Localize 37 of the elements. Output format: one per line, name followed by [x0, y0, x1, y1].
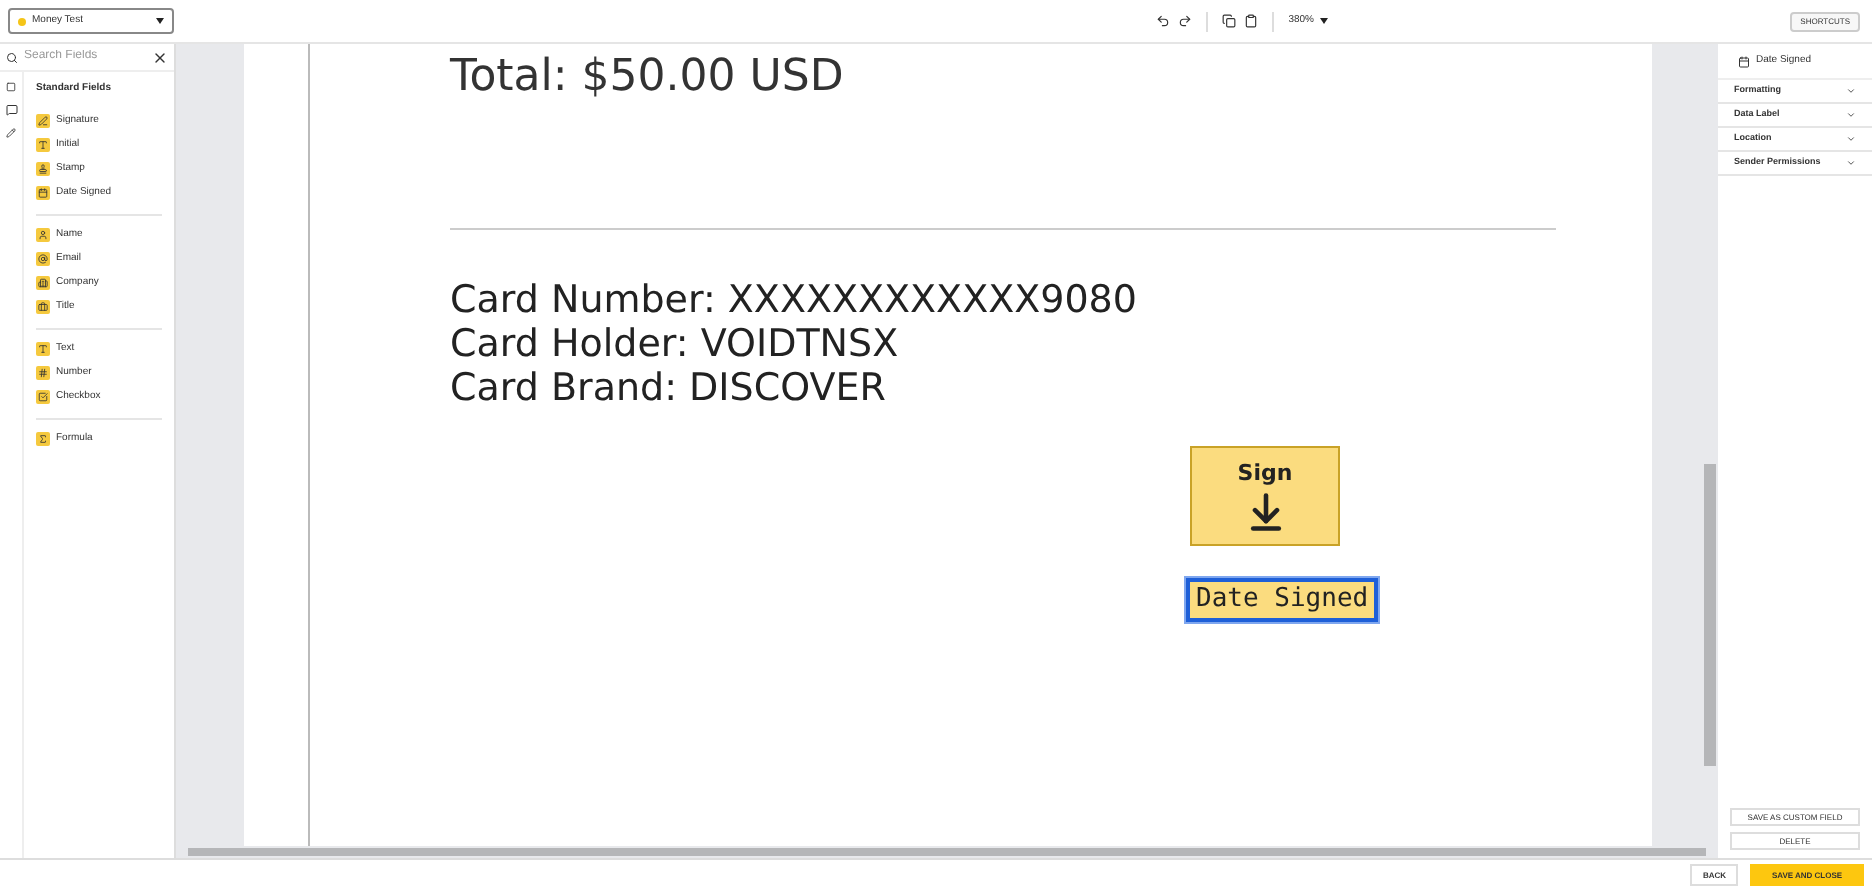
card-detail-line: Card Brand: DISCOVER — [450, 366, 888, 410]
undo-icon[interactable] — [1156, 14, 1171, 28]
caret-icon — [156, 18, 164, 24]
redo-icon[interactable] — [1178, 14, 1193, 28]
sign-field[interactable]: Sign — [1190, 446, 1340, 546]
building-icon — [36, 276, 50, 290]
copy-icon[interactable] — [1222, 14, 1237, 28]
stamp-icon — [36, 162, 50, 176]
field-label: Sign — [1237, 457, 1293, 490]
scrollbar-thumb[interactable] — [1704, 464, 1716, 766]
pen-icon — [36, 114, 50, 128]
search-icon — [6, 51, 18, 63]
formula-icon — [36, 432, 50, 446]
person-icon — [36, 228, 50, 242]
chevron-icon — [1846, 110, 1856, 120]
pencil-tab-icon[interactable] — [6, 128, 16, 138]
total-text: Total: $50.00 USD — [450, 56, 846, 100]
fields-tab-icon[interactable] — [6, 82, 16, 92]
card-detail-line: Card Holder: VOIDTNSX — [450, 322, 901, 366]
number-icon — [36, 366, 50, 380]
at-icon — [36, 252, 50, 266]
initial-icon — [36, 138, 50, 152]
chevron-icon — [1846, 158, 1856, 168]
close-icon[interactable] — [152, 49, 168, 65]
card-detail-line: Card Number: XXXXXXXXXXXX9080 — [450, 278, 1139, 322]
briefcase-icon — [36, 300, 50, 314]
text-icon — [36, 342, 50, 356]
horizontal-scrollbar-thumb[interactable] — [188, 848, 1706, 856]
chevron-icon — [1846, 86, 1856, 96]
calendar-icon — [1738, 55, 1750, 67]
date-signed-field[interactable]: Date Signed — [1186, 578, 1379, 622]
calendar-icon — [36, 186, 50, 200]
caret-icon — [1319, 18, 1328, 24]
paste-icon[interactable] — [1244, 14, 1259, 28]
chevron-icon — [1846, 134, 1856, 144]
comment-tab-icon[interactable] — [5, 104, 17, 116]
checkbox-icon — [36, 390, 50, 404]
